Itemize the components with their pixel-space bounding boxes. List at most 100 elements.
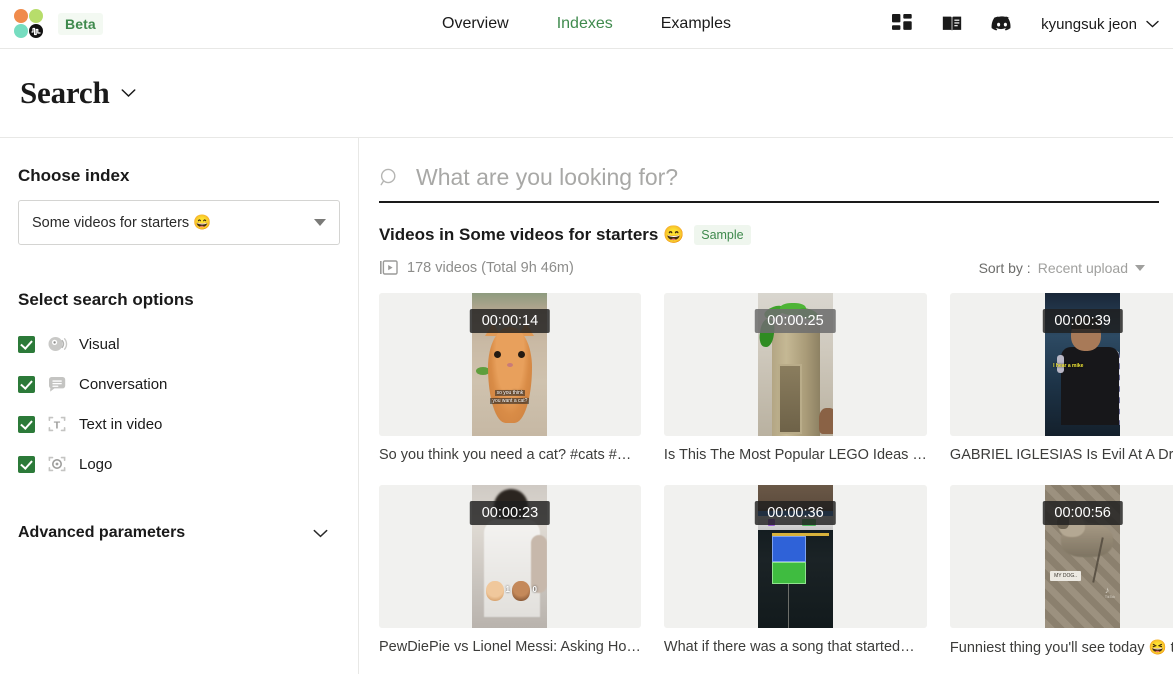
logo-dot-lime: [29, 9, 43, 23]
page-title-bar: Search: [0, 49, 1173, 138]
video-thumbnail[interactable]: so you think you want a cat? 00:00:14: [379, 293, 641, 436]
nav-item-indexes[interactable]: Indexes: [557, 15, 613, 33]
poster-detail: [512, 581, 531, 601]
top-header: Beta Overview Indexes Examples kyungsuk …: [0, 0, 1173, 49]
checkbox-logo[interactable]: [18, 455, 35, 473]
video-title: GABRIEL IGLESIAS Is Evil At A Drive-t…: [949, 447, 1173, 463]
video-title: What if there was a song that started…: [663, 639, 915, 655]
docs-icon[interactable]: [941, 13, 963, 35]
caret-down-icon: [1135, 264, 1145, 271]
search-option-conversation[interactable]: Conversation: [18, 364, 340, 404]
header-actions: kyungsuk jeon: [891, 13, 1159, 35]
app-logo-icon[interactable]: [14, 9, 44, 39]
search-bar[interactable]: [379, 164, 1159, 203]
video-thumbnail[interactable]: 00:00:25: [663, 293, 927, 436]
poster-score: 1: [505, 585, 510, 594]
chevron-down-icon: [313, 529, 328, 537]
poster-caption-line: you want a cat?: [490, 398, 530, 404]
discord-icon[interactable]: [991, 13, 1013, 35]
poster-detail: [1061, 347, 1120, 425]
poster-detail: [787, 584, 789, 628]
poster-tag: MY DOG..: [1050, 571, 1082, 581]
video-card[interactable]: so you think you want a cat? 00:00:14 So…: [379, 293, 641, 463]
svg-text:T: T: [54, 419, 61, 431]
logo-dot-wave: [29, 24, 43, 38]
logo-detect-icon: [48, 456, 66, 472]
video-card[interactable]: 00:00:25 Is This The Most Popular LEGO I…: [663, 293, 927, 463]
video-title: So you think you need a cat? #cats #…: [379, 447, 632, 463]
main-content: Videos in Some videos for starters 😄 Sam…: [359, 138, 1173, 674]
index-select[interactable]: Some videos for starters 😄: [18, 200, 340, 245]
sort-by-value: Recent upload: [1037, 259, 1128, 276]
video-thumbnail[interactable]: I hear a mike 00:00:39: [949, 293, 1173, 436]
text-in-video-icon: T: [48, 416, 66, 431]
results-title: Videos in Some videos for starters 😄: [379, 225, 685, 244]
video-duration-badge: 00:00:39: [1042, 309, 1123, 333]
user-menu[interactable]: kyungsuk jeon: [1041, 16, 1159, 33]
search-options-label: Select search options: [18, 290, 194, 309]
page-title-chevron-down-icon[interactable]: [121, 88, 136, 98]
checkbox-text-in-video[interactable]: [18, 415, 35, 433]
poster-caption-line: so you think: [494, 390, 526, 396]
video-duration-badge: 00:00:14: [469, 309, 551, 333]
video-card[interactable]: I hear a mike 00:00:39 GABRIEL IGLESIAS …: [949, 293, 1173, 463]
nav-item-examples[interactable]: Examples: [661, 15, 731, 33]
sidebar: Choose index Some videos for starters 😄 …: [0, 138, 359, 674]
video-grid: so you think you want a cat? 00:00:14 So…: [379, 293, 1173, 656]
search-icon: [380, 168, 396, 186]
search-option-label: Logo: [79, 455, 113, 473]
results-meta-row: 178 videos (Total 9h 46m) Sort by : Rece…: [379, 258, 1159, 277]
video-card[interactable]: 1 0 00:00:23 PewDiePie vs Lionel Messi: …: [379, 485, 641, 656]
poster-detail: [777, 364, 802, 434]
poster-detail: [771, 562, 806, 584]
poster-caption: so you think you want a cat?: [478, 389, 541, 405]
video-card[interactable]: MY DOG.. ♪ TikTok 00:00:56 Funniest thing…: [949, 485, 1173, 656]
video-duration-badge: 00:00:25: [755, 309, 836, 333]
video-thumbnail[interactable]: 00:00:36: [663, 485, 927, 628]
video-card[interactable]: 00:00:36 What if there was a song that s…: [663, 485, 927, 656]
dashboard-icon[interactable]: [891, 13, 913, 35]
chevron-down-icon: [1146, 20, 1159, 28]
search-option-visual[interactable]: Visual: [18, 324, 340, 364]
search-input[interactable]: [416, 164, 1159, 191]
logo-dot-mint: [14, 24, 28, 38]
main-nav: Overview Indexes Examples: [442, 15, 731, 33]
sort-by-label: Sort by :: [978, 259, 1031, 276]
search-option-label: Conversation: [79, 375, 168, 393]
video-count-icon: [380, 260, 398, 275]
video-thumbnail[interactable]: MY DOG.. ♪ TikTok 00:00:56: [949, 485, 1173, 628]
video-title: Is This The Most Popular LEGO Ideas …: [663, 447, 927, 463]
video-title: Funniest thing you'll see today 😆 the…: [949, 640, 1173, 656]
choose-index-label: Choose index: [18, 166, 130, 185]
video-duration-badge: 00:00:23: [469, 501, 551, 525]
advanced-parameters-toggle[interactable]: Advanced parameters: [18, 524, 340, 542]
nav-item-overview[interactable]: Overview: [442, 15, 509, 33]
caret-down-icon: [314, 219, 326, 226]
poster-detail: [771, 536, 806, 562]
advanced-parameters-label: Advanced parameters: [18, 524, 186, 541]
poster-detail: [486, 581, 505, 601]
logo-dot-orange: [14, 9, 28, 23]
poster-detail: [818, 408, 833, 434]
poster-detail: [506, 363, 513, 367]
page-body: Choose index Some videos for starters 😄 …: [0, 138, 1173, 674]
video-duration-badge: 00:00:36: [755, 501, 836, 525]
wave-glyph-icon: [31, 27, 41, 36]
search-option-logo[interactable]: Logo: [18, 444, 340, 484]
video-duration-badge: 00:00:56: [1042, 501, 1123, 525]
video-thumbnail[interactable]: 1 0 00:00:23: [379, 485, 641, 628]
beta-badge: Beta: [58, 13, 103, 35]
poster-subtitle: I hear a mike: [1053, 363, 1084, 369]
user-name: kyungsuk jeon: [1041, 15, 1137, 33]
sort-by-dropdown[interactable]: Sort by : Recent upload: [979, 260, 1159, 276]
checkbox-conversation[interactable]: [18, 375, 35, 393]
checkbox-visual[interactable]: [18, 335, 35, 353]
conversation-icon: [49, 377, 66, 392]
brand[interactable]: Beta: [14, 9, 103, 39]
video-title: PewDiePie vs Lionel Messi: Asking Ho…: [379, 639, 641, 655]
poster-detail: [487, 327, 532, 423]
poster-score: 0: [532, 585, 537, 594]
search-option-text-in-video[interactable]: T Text in video: [18, 404, 340, 444]
tiktok-watermark-icon: ♪ TikTok: [1104, 585, 1116, 599]
search-option-label: Text in video: [79, 415, 163, 433]
